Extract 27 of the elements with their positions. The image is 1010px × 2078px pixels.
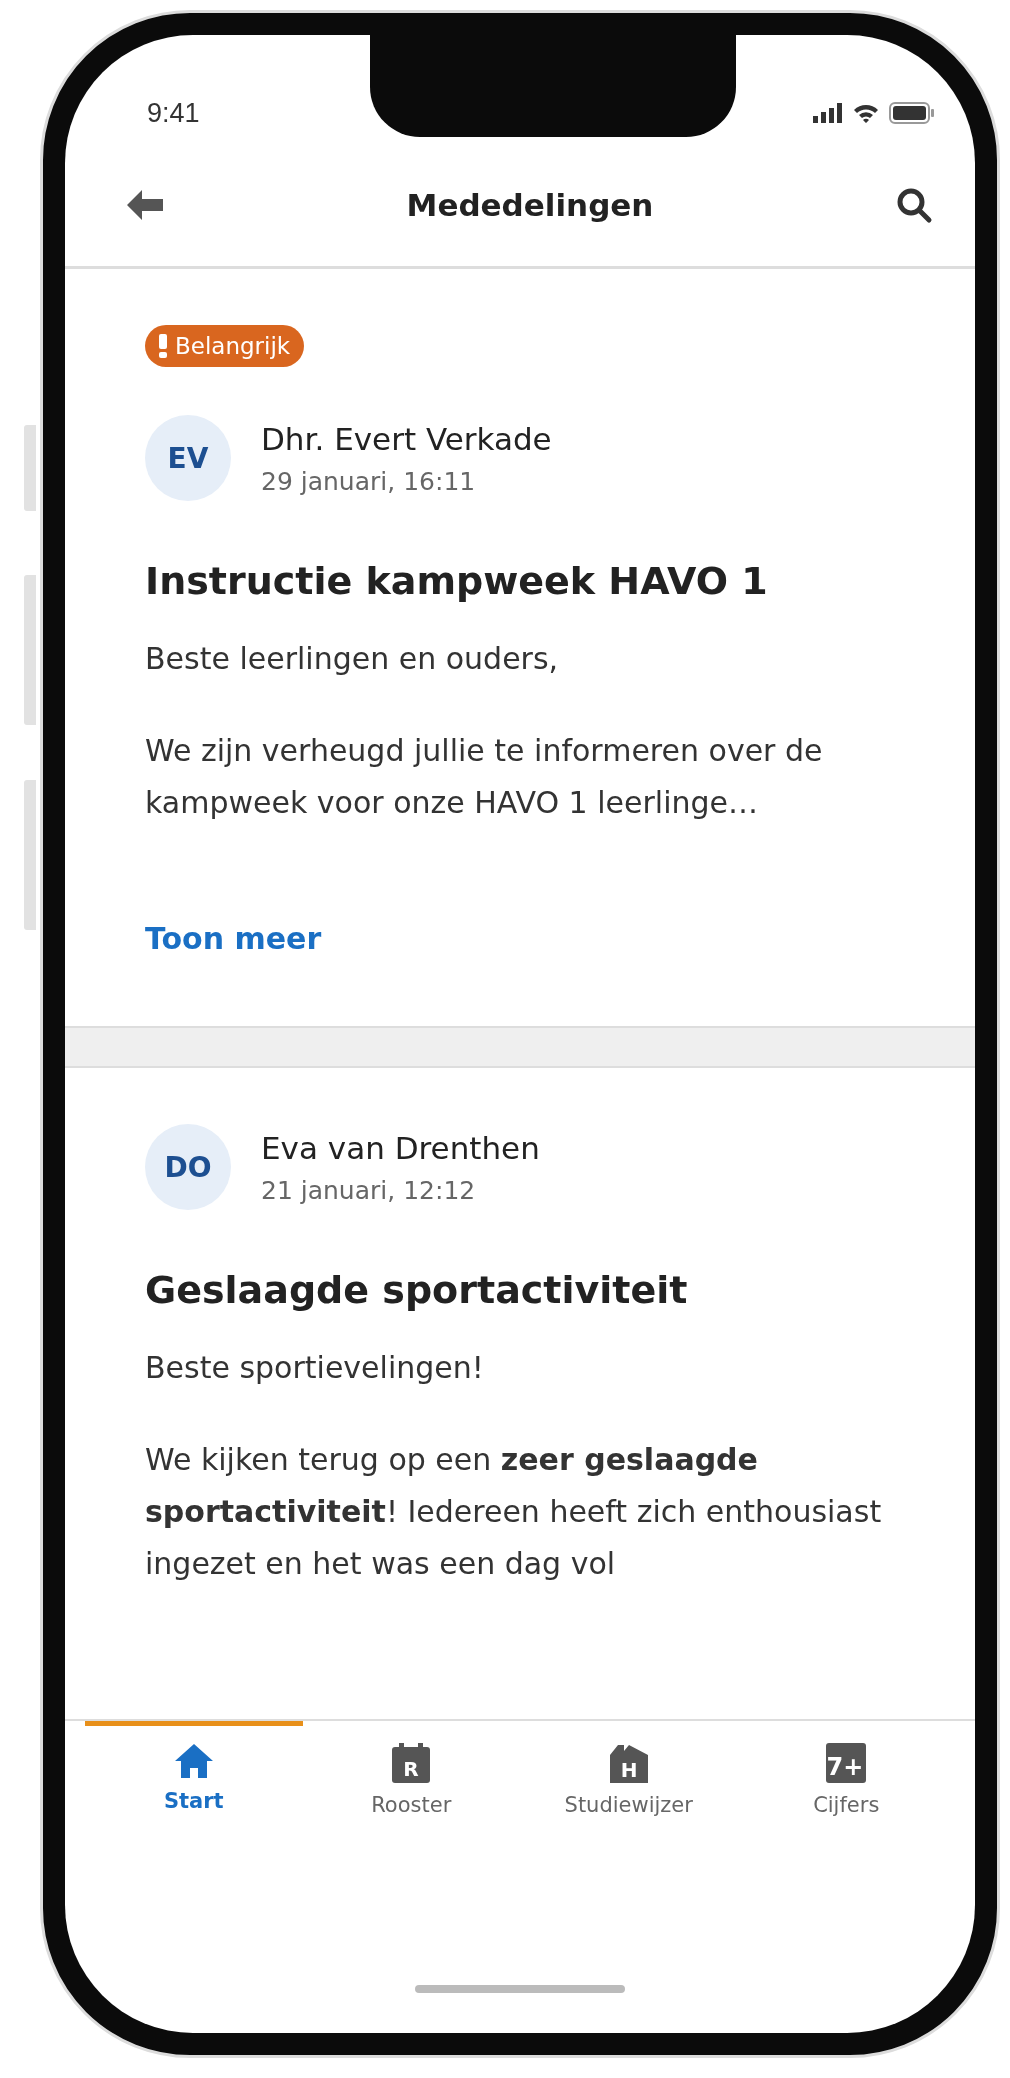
message-text: We kijken terug op een zeer geslaagde sportactiviteit! Iedereen heeft zich enthousiast ingezet en het was een dag vol xyxy=(145,1441,883,1583)
message-title: Instructie kampweek HAVO 1 xyxy=(145,559,769,603)
message-date: 29 januari, 16:11 xyxy=(261,466,477,496)
author-name: Eva van Drenthen xyxy=(261,1129,540,1166)
important-badge: Belangrijk xyxy=(145,325,305,367)
avatar-initials: DO xyxy=(145,1124,231,1210)
tab-button[interactable]: 7+ Cijfers xyxy=(737,1721,955,1847)
message-title: Geslaagde sportactiviteit xyxy=(145,1268,689,1312)
grade-icon: 7+ xyxy=(826,1743,867,1783)
status-time: 9:41 xyxy=(147,97,200,129)
tab-button[interactable]: R Rooster xyxy=(302,1721,520,1847)
author-name: Dhr. Evert Verkade xyxy=(261,420,552,457)
message-text: Beste sportievelingen! xyxy=(145,1349,485,1387)
house-icon xyxy=(173,1743,214,1779)
message-text: Beste leerlingen en ouders, xyxy=(145,640,560,678)
signal-icon xyxy=(813,103,843,123)
message-date: 21 januari, 12:12 xyxy=(261,1175,477,1205)
tab-button[interactable]: H Studiewijzer xyxy=(520,1721,738,1847)
message-text: We zijn verheugd jullie te informeren over de kampweek voor onze HAVO 1 leerlinge… xyxy=(145,732,824,822)
screen-title: Mededelingen xyxy=(406,186,654,223)
wifi-icon xyxy=(853,103,879,123)
exclamation-icon xyxy=(159,334,167,358)
tab-button[interactable]: Start xyxy=(85,1721,303,1847)
show-more-link[interactable]: Toon meer xyxy=(145,921,322,956)
battery-icon xyxy=(889,102,935,124)
avatar-initials: EV xyxy=(145,415,231,501)
house-letter-icon: H xyxy=(609,1743,648,1783)
